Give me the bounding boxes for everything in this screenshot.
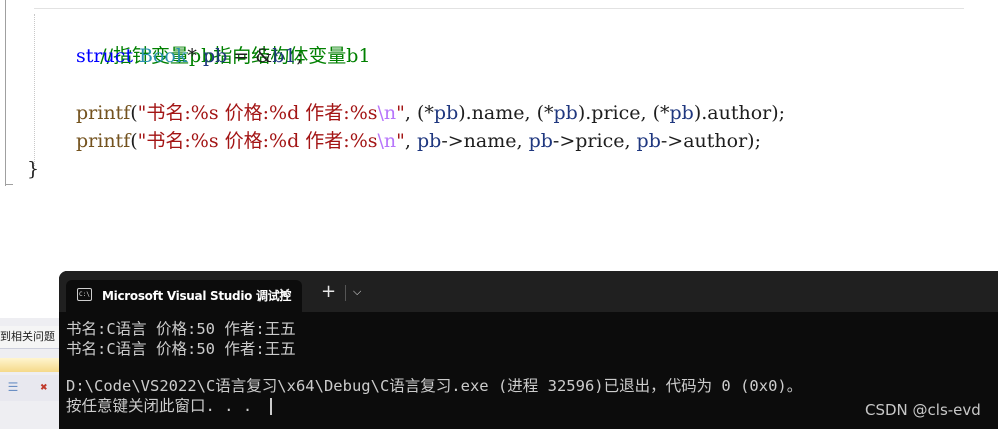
outline-collapse-end: [5, 184, 13, 185]
format-string: "书名:%s 价格:%d 作者:%s: [137, 130, 378, 152]
args: ).price, (*: [577, 102, 670, 124]
close-icon[interactable]: ✕: [278, 284, 291, 303]
args: ).name, (*: [458, 102, 554, 124]
paren: (: [130, 130, 138, 152]
chevron-down-icon[interactable]: ⌵: [353, 285, 361, 299]
escape-newline: \n: [377, 102, 397, 124]
console-icon: C:\: [77, 288, 92, 301]
var-pb: pb: [528, 130, 553, 152]
info-bar: [0, 358, 59, 372]
format-string: "书名:%s 价格:%d 作者:%s: [137, 102, 378, 124]
var-pb: pb: [202, 45, 228, 67]
output-line-exit: D:\Code\VS2022\C语言复习\x64\Debug\C语言复习.exe…: [66, 377, 803, 395]
semicolon: ;: [296, 45, 303, 67]
related-issues-tab[interactable]: 到相关问题: [0, 326, 59, 349]
output-line-2: 书名:C语言 价格:50 作者:王五: [66, 340, 296, 358]
args: ).author);: [693, 102, 786, 124]
indent-icon[interactable]: ☰: [5, 379, 21, 395]
function-name: printf: [76, 102, 131, 124]
string-end: ": [396, 130, 405, 152]
outline-collapse-line: [5, 0, 6, 186]
escape-newline: \n: [377, 130, 397, 152]
output-line-prompt: 按任意键关闭此窗口. . .: [66, 397, 253, 415]
type-name: Book: [139, 45, 188, 67]
var-pb: pb: [433, 102, 459, 124]
watermark: CSDN @cls-evd: [865, 401, 981, 419]
code-line-printf-2[interactable]: printf("书名:%s 价格:%d 作者:%s\n", pb->name, …: [76, 127, 761, 155]
tab-title: Microsoft Visual Studio 调试控: [102, 289, 292, 303]
args: ->price,: [552, 130, 637, 152]
current-line-border: [34, 8, 964, 9]
new-tab-icon[interactable]: +: [321, 283, 336, 301]
indent-guide: [34, 14, 36, 166]
keyword-struct: struct: [76, 45, 133, 67]
output-line-1: 书名:C语言 价格:50 作者:王五: [66, 320, 296, 338]
debug-console-window[interactable]: C:\ Microsoft Visual Studio 调试控 ✕ + ⌵ 书名…: [59, 271, 998, 429]
code-editor[interactable]: //指针变量pb指向结构体变量b1 struct Book* pb = &b1;…: [0, 0, 998, 272]
vs-side-panel: 到相关问题 ☰ ✖: [0, 318, 59, 429]
closing-brace[interactable]: }: [27, 155, 39, 183]
var-b1: b1: [272, 45, 297, 67]
args: , (*: [404, 102, 434, 124]
clear-list-icon[interactable]: ✖: [36, 379, 52, 395]
pointer-star: *: [187, 45, 203, 67]
terminal-titlebar: C:\ Microsoft Visual Studio 调试控 ✕ + ⌵: [59, 271, 998, 312]
var-pb: pb: [669, 102, 694, 124]
code-line-printf-1[interactable]: printf("书名:%s 价格:%d 作者:%s\n", (*pb).name…: [76, 99, 785, 127]
args: ->name,: [441, 130, 529, 152]
text-cursor: [270, 398, 272, 415]
function-name: printf: [76, 130, 131, 152]
var-pb: pb: [417, 130, 442, 152]
assign-op: = &: [227, 45, 273, 67]
tab-debug-console[interactable]: C:\ Microsoft Visual Studio 调试控 ✕: [66, 280, 302, 312]
separator: [345, 285, 346, 301]
var-pb: pb: [636, 130, 661, 152]
args: ->author);: [660, 130, 761, 152]
code-line-declaration[interactable]: struct Book* pb = &b1;: [76, 42, 303, 70]
panel-toolbar: ☰ ✖: [0, 375, 59, 401]
var-pb: pb: [553, 102, 578, 124]
string-end: ": [396, 102, 405, 124]
args: ,: [404, 130, 417, 152]
paren: (: [130, 102, 138, 124]
